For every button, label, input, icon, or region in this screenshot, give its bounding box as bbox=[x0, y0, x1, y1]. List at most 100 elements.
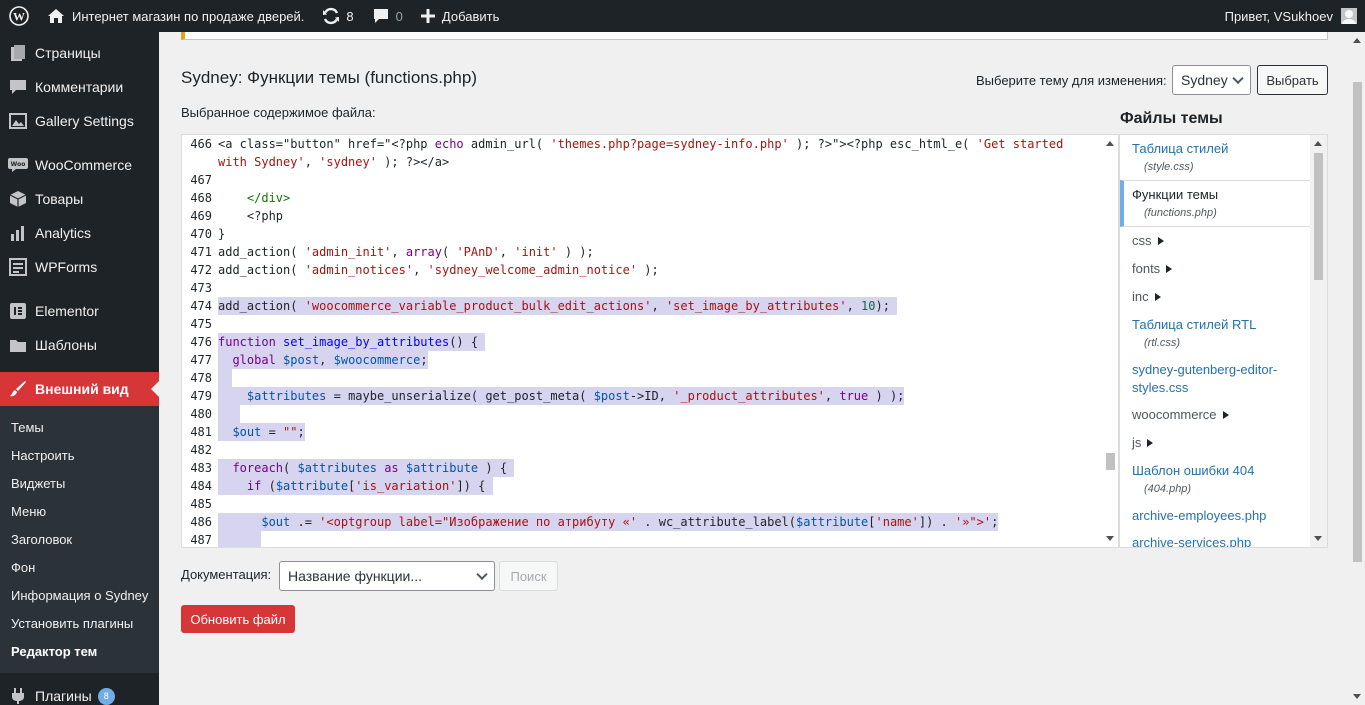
scroll-up-icon[interactable] bbox=[1314, 141, 1322, 146]
folder-item[interactable]: js bbox=[1120, 429, 1327, 457]
code-line: 487 bbox=[182, 531, 1118, 547]
line-number: 487 bbox=[190, 533, 212, 547]
scrollbar-thumb[interactable] bbox=[1353, 82, 1362, 562]
code-line: 466 <a class="button" href="<?php echo a… bbox=[182, 135, 1118, 171]
file-item-current[interactable]: Функции темы (functions.php) bbox=[1120, 180, 1310, 227]
code-line: 485 bbox=[182, 495, 1118, 513]
wordpress-logo-icon[interactable]: W bbox=[0, 0, 38, 32]
menu-item-pages[interactable]: Страницы bbox=[0, 36, 159, 70]
scroll-up-icon[interactable] bbox=[1353, 38, 1361, 43]
updates-link[interactable]: 8 bbox=[313, 0, 362, 32]
folder-item[interactable]: inc bbox=[1120, 283, 1327, 311]
add-new-link[interactable]: Добавить bbox=[412, 0, 508, 32]
menu-item-wpforms[interactable]: WPForms bbox=[0, 250, 159, 284]
page-scrollbar[interactable] bbox=[1350, 32, 1365, 705]
code-text bbox=[218, 369, 233, 387]
folder-name: fonts bbox=[1132, 261, 1161, 276]
function-name-select[interactable]: Название функции... bbox=[279, 561, 495, 591]
code-text: $out .= '<optgroup label="Изображение по… bbox=[218, 513, 999, 531]
file-item[interactable]: Таблица стилей RTL (rtl.css) bbox=[1120, 311, 1327, 356]
svg-text:Woo: Woo bbox=[11, 161, 26, 168]
file-item[interactable]: Таблица стилей (style.css) bbox=[1120, 135, 1327, 180]
code-line: 479 $attributes = maybe_unserialize( get… bbox=[182, 387, 1118, 405]
submenu-install-plugins[interactable]: Установить плагины bbox=[0, 609, 159, 637]
scrollbar-thumb[interactable] bbox=[1106, 453, 1115, 470]
submenu-widgets[interactable]: Виджеты bbox=[0, 469, 159, 497]
site-name-link[interactable]: Интернет магазин по продаже дверей. bbox=[38, 0, 313, 32]
file-filename: (style.css) bbox=[1144, 161, 1194, 173]
menu-item-templates[interactable]: Шаблоны bbox=[0, 328, 159, 362]
line-number: 466 bbox=[190, 137, 212, 151]
code-line: 474 add_action( 'woocommerce_variable_pro… bbox=[182, 297, 1118, 315]
update-file-button[interactable]: Обновить файл bbox=[181, 605, 295, 633]
submenu-sydney-info[interactable]: Информация о Sydney bbox=[0, 581, 159, 609]
files-scrollbar[interactable] bbox=[1310, 135, 1327, 547]
code-text: </div> bbox=[246, 191, 291, 205]
scroll-down-icon[interactable] bbox=[1106, 536, 1114, 541]
code-line: 480 bbox=[182, 405, 1118, 423]
code-editor[interactable]: 466 <a class="button" href="<?php echo a… bbox=[181, 134, 1119, 548]
documentation-label: Документация: bbox=[181, 567, 272, 582]
menu-item-woocommerce[interactable]: Woo WooCommerce bbox=[0, 148, 159, 182]
file-name: Таблица стилей RTL bbox=[1132, 317, 1257, 332]
greeting: Привет, VSukhoev bbox=[1224, 8, 1333, 24]
line-number: 485 bbox=[190, 497, 212, 511]
line-number: 470 bbox=[190, 227, 212, 241]
expand-arrow-icon bbox=[1157, 237, 1164, 245]
menu-label: Комментарии bbox=[35, 79, 124, 95]
menu-item-comments[interactable]: Комментарии bbox=[0, 70, 159, 104]
code-line: 484 if ($attribute['is_variation']) { bbox=[182, 477, 1118, 495]
menu-item-products[interactable]: Товары bbox=[0, 182, 159, 216]
submenu-themes[interactable]: Темы bbox=[0, 413, 159, 441]
menu-label: Analytics bbox=[35, 225, 92, 241]
line-number: 475 bbox=[190, 317, 212, 331]
lookup-button[interactable]: Поиск bbox=[499, 561, 558, 591]
submenu-menus[interactable]: Меню bbox=[0, 497, 159, 525]
file-item[interactable]: sydney-gutenberg-editor-styles.css bbox=[1120, 356, 1327, 401]
folder-item[interactable]: fonts bbox=[1120, 255, 1327, 283]
scroll-down-icon[interactable] bbox=[1353, 694, 1361, 699]
code-text bbox=[218, 405, 240, 423]
menu-item-elementor[interactable]: Elementor bbox=[0, 294, 159, 328]
code-text: global $post, $woocommerce; bbox=[218, 351, 428, 369]
updates-icon bbox=[322, 7, 340, 25]
submenu-header[interactable]: Заголовок bbox=[0, 525, 159, 553]
comments-link[interactable]: 0 bbox=[363, 0, 412, 32]
code-line: 473 bbox=[182, 279, 1118, 297]
folder-item[interactable]: woocommerce bbox=[1120, 401, 1327, 429]
analytics-icon bbox=[8, 223, 28, 243]
submenu-background[interactable]: Фон bbox=[0, 553, 159, 581]
folder-item[interactable]: css bbox=[1120, 227, 1327, 255]
my-account[interactable]: Привет, VSukhoev bbox=[1216, 0, 1365, 32]
line-number: 476 bbox=[190, 335, 212, 349]
menu-item-appearance[interactable]: Внешний вид bbox=[0, 372, 159, 406]
submenu-customize[interactable]: Настроить bbox=[0, 441, 159, 469]
code-text: add_action( 'admin_notices', 'sydney_wel… bbox=[218, 263, 659, 277]
folder-name: js bbox=[1132, 435, 1142, 450]
scroll-down-icon[interactable] bbox=[1314, 536, 1322, 541]
gallery-icon bbox=[8, 111, 28, 131]
svg-text:W: W bbox=[13, 10, 25, 24]
file-item[interactable]: archive-employees.php bbox=[1120, 502, 1327, 529]
menu-item-plugins[interactable]: Плагины 8 bbox=[0, 679, 159, 705]
editor-scrollbar[interactable] bbox=[1103, 135, 1118, 547]
selected-content-label: Выбранное содержимое файла: bbox=[181, 105, 376, 120]
select-theme-button[interactable]: Выбрать bbox=[1257, 65, 1328, 95]
menu-item-analytics[interactable]: Analytics bbox=[0, 216, 159, 250]
theme-select[interactable]: Sydney bbox=[1172, 65, 1251, 95]
menu-label: Внешний вид bbox=[35, 381, 129, 397]
file-item[interactable]: Шаблон ошибки 404 (404.php) bbox=[1120, 457, 1327, 502]
code-text: foreach( $attributes as $attribute ) { bbox=[218, 459, 515, 477]
menu-label: Страницы bbox=[35, 45, 101, 61]
menu-label: Плагины bbox=[35, 688, 92, 704]
comments-count: 0 bbox=[395, 8, 403, 24]
expand-arrow-icon bbox=[1147, 439, 1154, 447]
submenu-theme-editor[interactable]: Редактор тем bbox=[0, 637, 159, 665]
code-line: 472 add_action( 'admin_notices', 'sydney_… bbox=[182, 261, 1118, 279]
scrollbar-thumb[interactable] bbox=[1314, 153, 1323, 280]
menu-item-gallery-settings[interactable]: Gallery Settings bbox=[0, 104, 159, 138]
file-item[interactable]: archive-services.php bbox=[1120, 529, 1327, 547]
scroll-up-icon[interactable] bbox=[1106, 141, 1114, 146]
